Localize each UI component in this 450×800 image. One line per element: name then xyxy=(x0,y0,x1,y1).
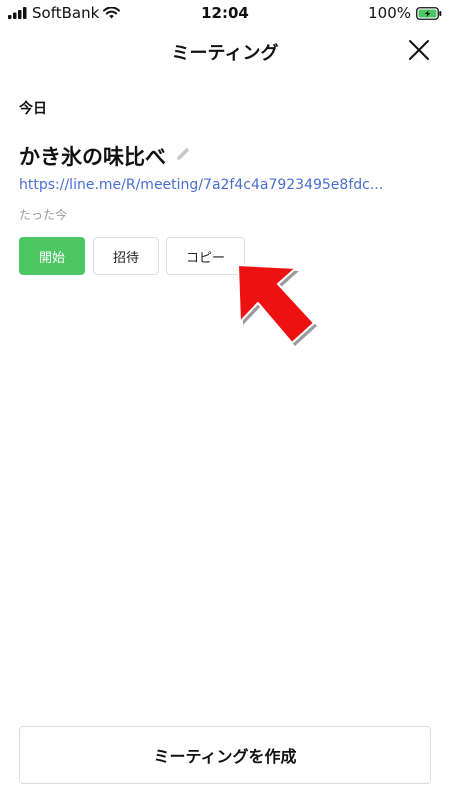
edit-name-button[interactable] xyxy=(174,145,192,167)
pencil-icon xyxy=(177,147,190,160)
nav-bar: ミーティング xyxy=(0,26,450,76)
create-meeting-button[interactable]: ミーティングを作成 xyxy=(19,726,431,784)
battery-percent: 100% xyxy=(368,4,411,22)
status-bar-right: 100% xyxy=(368,4,442,22)
invite-button[interactable]: 招待 xyxy=(93,237,159,275)
meeting-timestamp: たった今 xyxy=(19,208,68,222)
battery-charging-icon xyxy=(416,6,442,20)
section-title-today: 今日 xyxy=(19,101,47,117)
meeting-name-row: かき氷の味比べ xyxy=(19,141,192,171)
page-title: ミーティング xyxy=(171,43,279,64)
start-button[interactable]: 開始 xyxy=(19,237,85,275)
meeting-link[interactable]: https://line.me/R/meeting/7a2f4c4a792349… xyxy=(19,177,419,193)
meeting-name: かき氷の味比べ xyxy=(19,145,166,169)
pointer-arrow-icon xyxy=(237,264,317,346)
close-button[interactable] xyxy=(408,39,430,61)
close-icon xyxy=(409,40,429,60)
status-bar: SoftBank 12:04 100% xyxy=(0,0,450,26)
